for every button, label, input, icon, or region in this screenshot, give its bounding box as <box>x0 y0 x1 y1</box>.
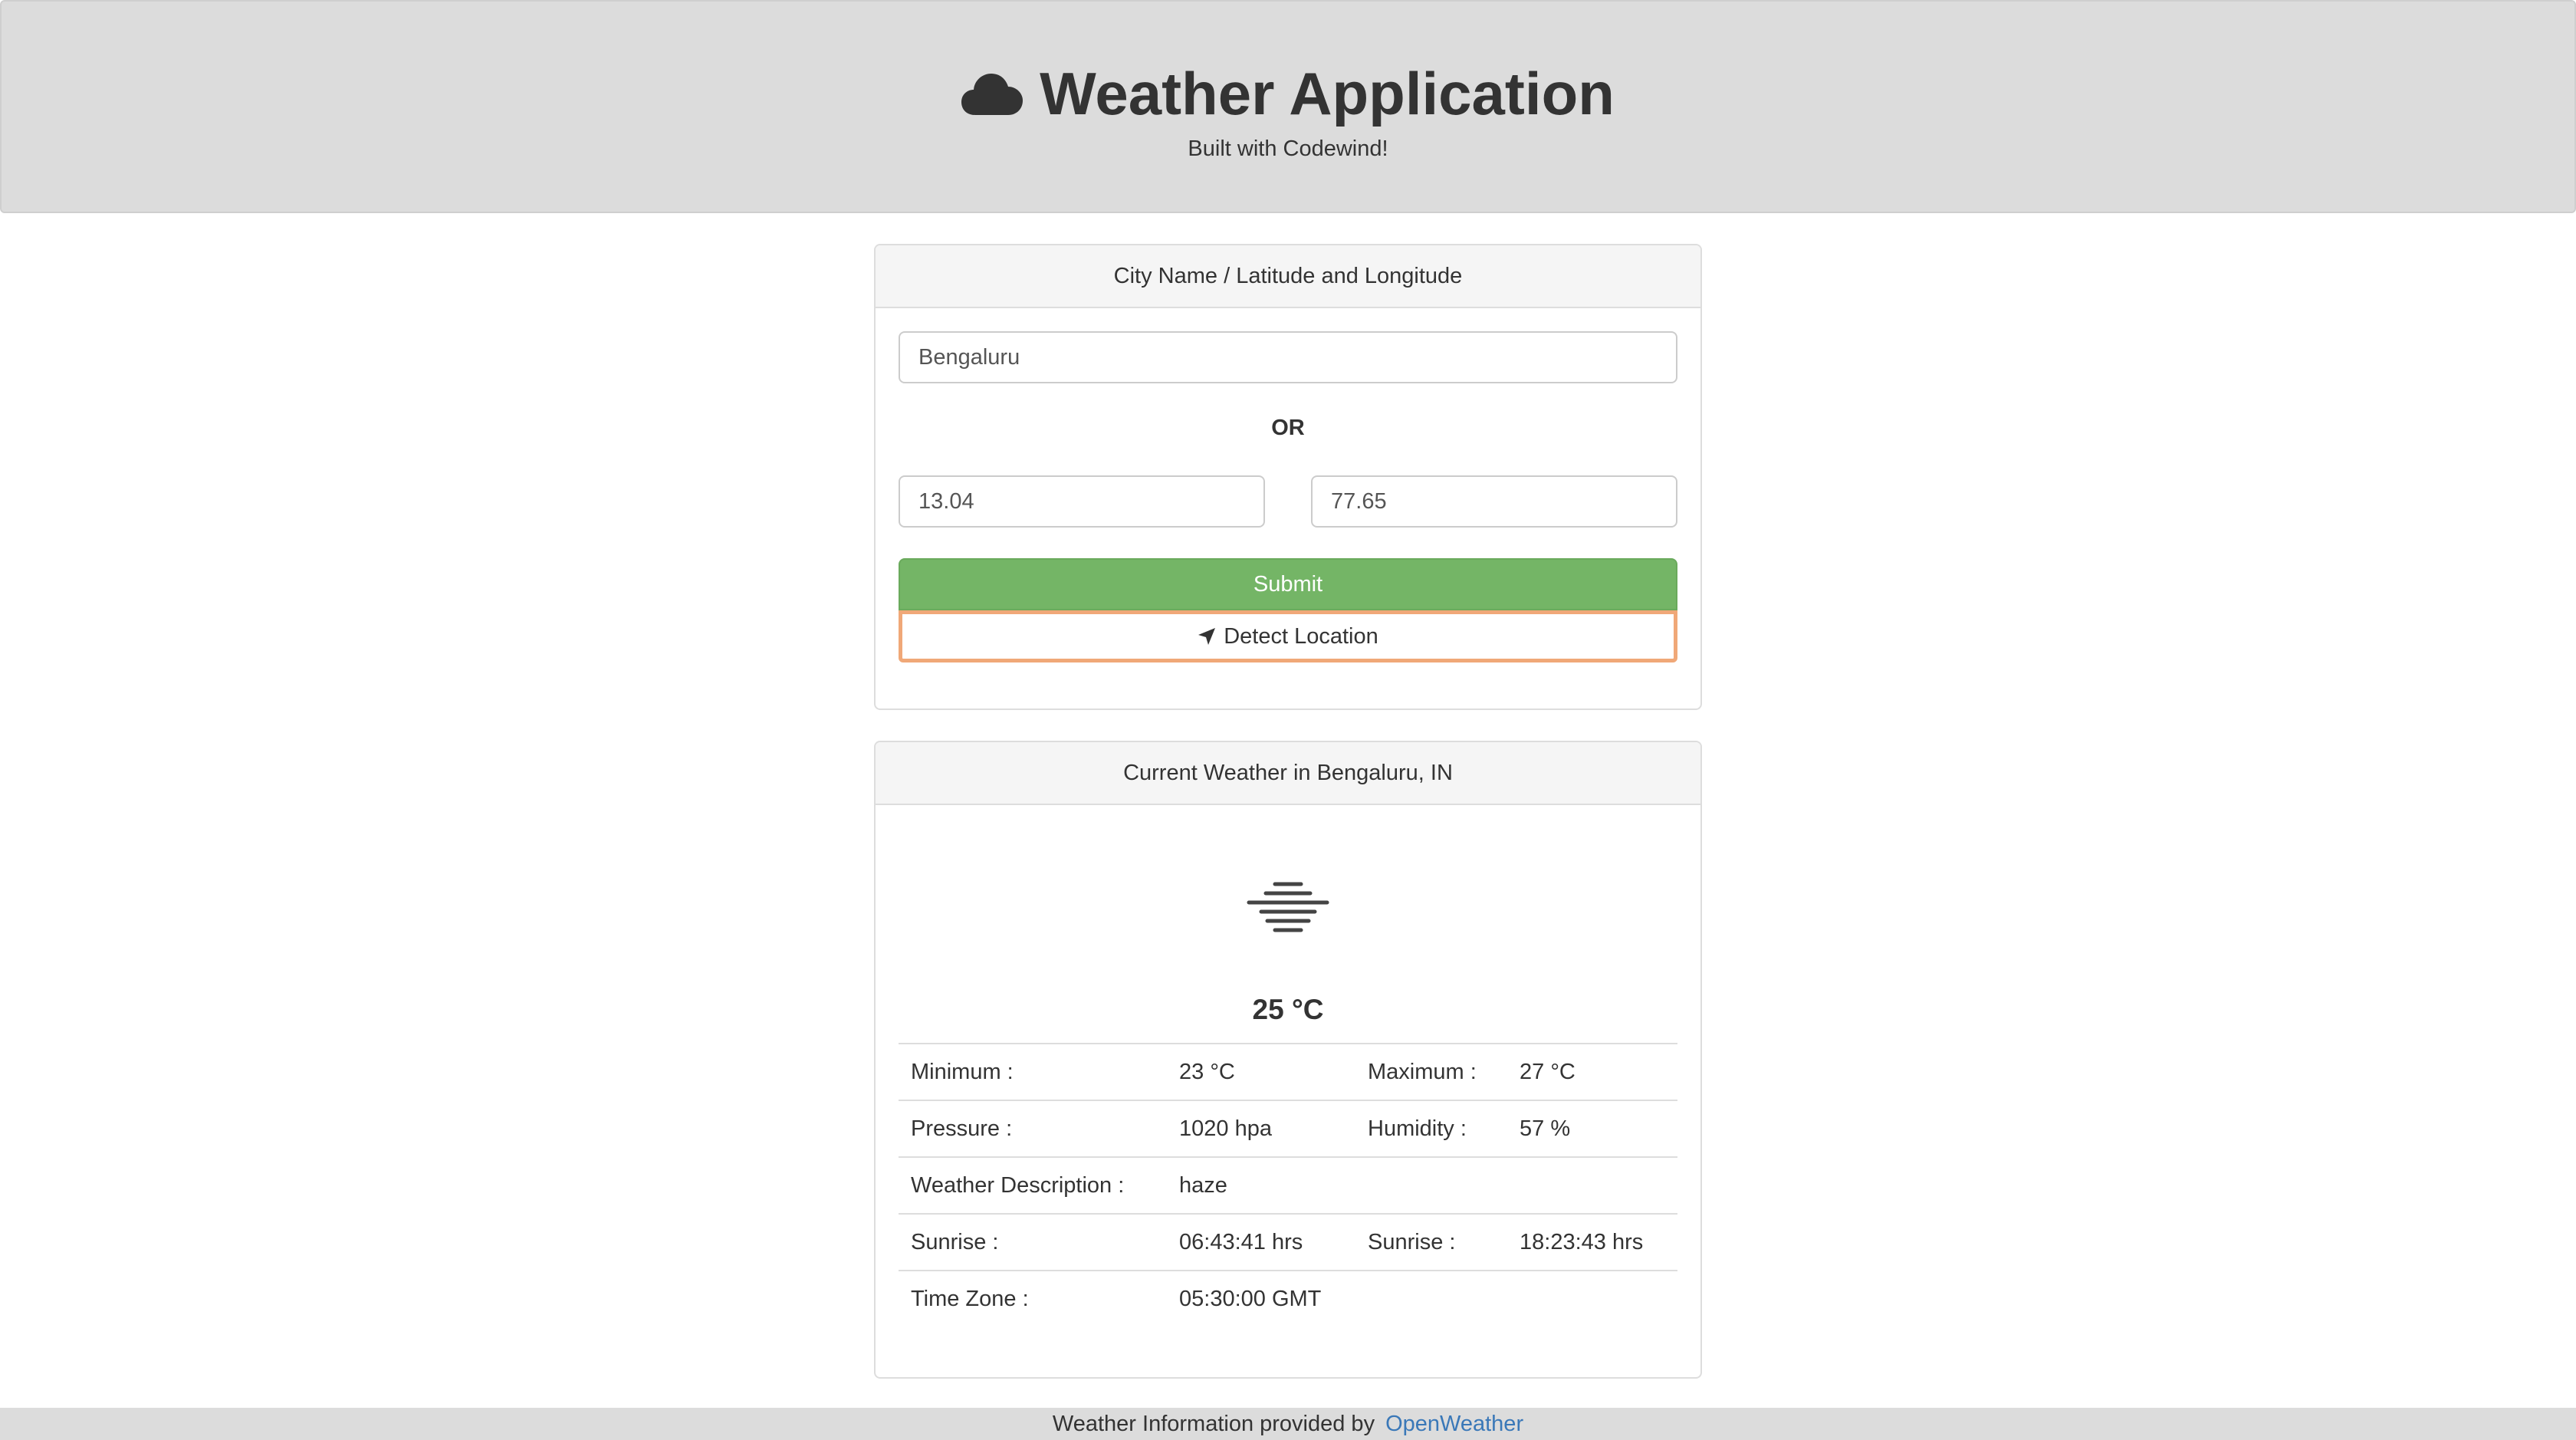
detail-value: 05:30:00 GMT <box>1167 1270 1355 1327</box>
detail-value: 06:43:41 hrs <box>1167 1213 1355 1271</box>
weather-panel: Current Weather in Bengaluru, IN 25 °C M… <box>874 741 1702 1379</box>
table-row: Weather Description : haze <box>899 1156 1677 1214</box>
footer: Weather Information provided by OpenWeat… <box>0 1408 2576 1440</box>
location-panel-heading: City Name / Latitude and Longitude <box>876 245 1700 308</box>
detail-label: Sunrise : <box>899 1213 1167 1271</box>
detail-label: Minimum : <box>899 1043 1167 1100</box>
weather-panel-heading: Current Weather in Bengaluru, IN <box>876 742 1700 805</box>
city-input[interactable] <box>899 331 1677 383</box>
detect-location-label: Detect Location <box>1224 623 1378 649</box>
app-title: Weather Application <box>2 55 2574 132</box>
weather-icon-wrap <box>876 880 1700 934</box>
current-temperature: 25 °C <box>1252 994 1324 1025</box>
table-row: Sunrise : 06:43:41 hrs Sunrise : 18:23:4… <box>899 1213 1677 1271</box>
latitude-input[interactable] <box>899 475 1265 528</box>
app-title-text: Weather Application <box>1040 60 1615 127</box>
table-row: Time Zone : 05:30:00 GMT <box>899 1270 1677 1327</box>
detail-label: Time Zone : <box>899 1270 1167 1327</box>
table-row: Pressure : 1020 hpa Humidity : 57 % <box>899 1100 1677 1157</box>
detail-label: Maximum : <box>1355 1043 1507 1100</box>
detail-label: Pressure : <box>899 1100 1167 1157</box>
header-jumbotron: Weather Application Built with Codewind! <box>0 0 2576 213</box>
detail-label <box>1355 1156 1507 1214</box>
detail-label <box>1355 1270 1507 1327</box>
detail-label: Weather Description : <box>899 1156 1167 1214</box>
location-arrow-icon <box>1198 628 1216 645</box>
detail-value: 18:23:43 hrs <box>1507 1213 1677 1271</box>
openweather-link[interactable]: OpenWeather <box>1385 1412 1523 1437</box>
app-subtitle: Built with Codewind! <box>1188 136 1388 161</box>
detail-label: Sunrise : <box>1355 1213 1507 1271</box>
haze-icon <box>1247 882 1329 932</box>
longitude-input[interactable] <box>1311 475 1677 528</box>
table-row: Minimum : 23 °C Maximum : 27 °C <box>899 1043 1677 1100</box>
detail-label: Humidity : <box>1355 1100 1507 1157</box>
or-label: OR <box>1271 416 1305 440</box>
submit-button[interactable]: Submit <box>899 558 1677 610</box>
detail-value: 27 °C <box>1507 1043 1677 1100</box>
location-panel: City Name / Latitude and Longitude OR Su… <box>874 244 1702 710</box>
detail-value: 23 °C <box>1167 1043 1355 1100</box>
cloud-icon <box>961 74 1024 115</box>
footer-text: Weather Information provided by <box>1052 1411 1375 1436</box>
detail-value: haze <box>1167 1156 1355 1214</box>
detect-location-button[interactable]: Detect Location <box>899 610 1677 662</box>
detail-value: 57 % <box>1507 1100 1677 1157</box>
detail-value <box>1507 1156 1677 1214</box>
detail-value <box>1507 1270 1677 1327</box>
weather-details-table: Minimum : 23 °C Maximum : 27 °C Pressure… <box>899 1043 1677 1327</box>
detail-value: 1020 hpa <box>1167 1100 1355 1157</box>
